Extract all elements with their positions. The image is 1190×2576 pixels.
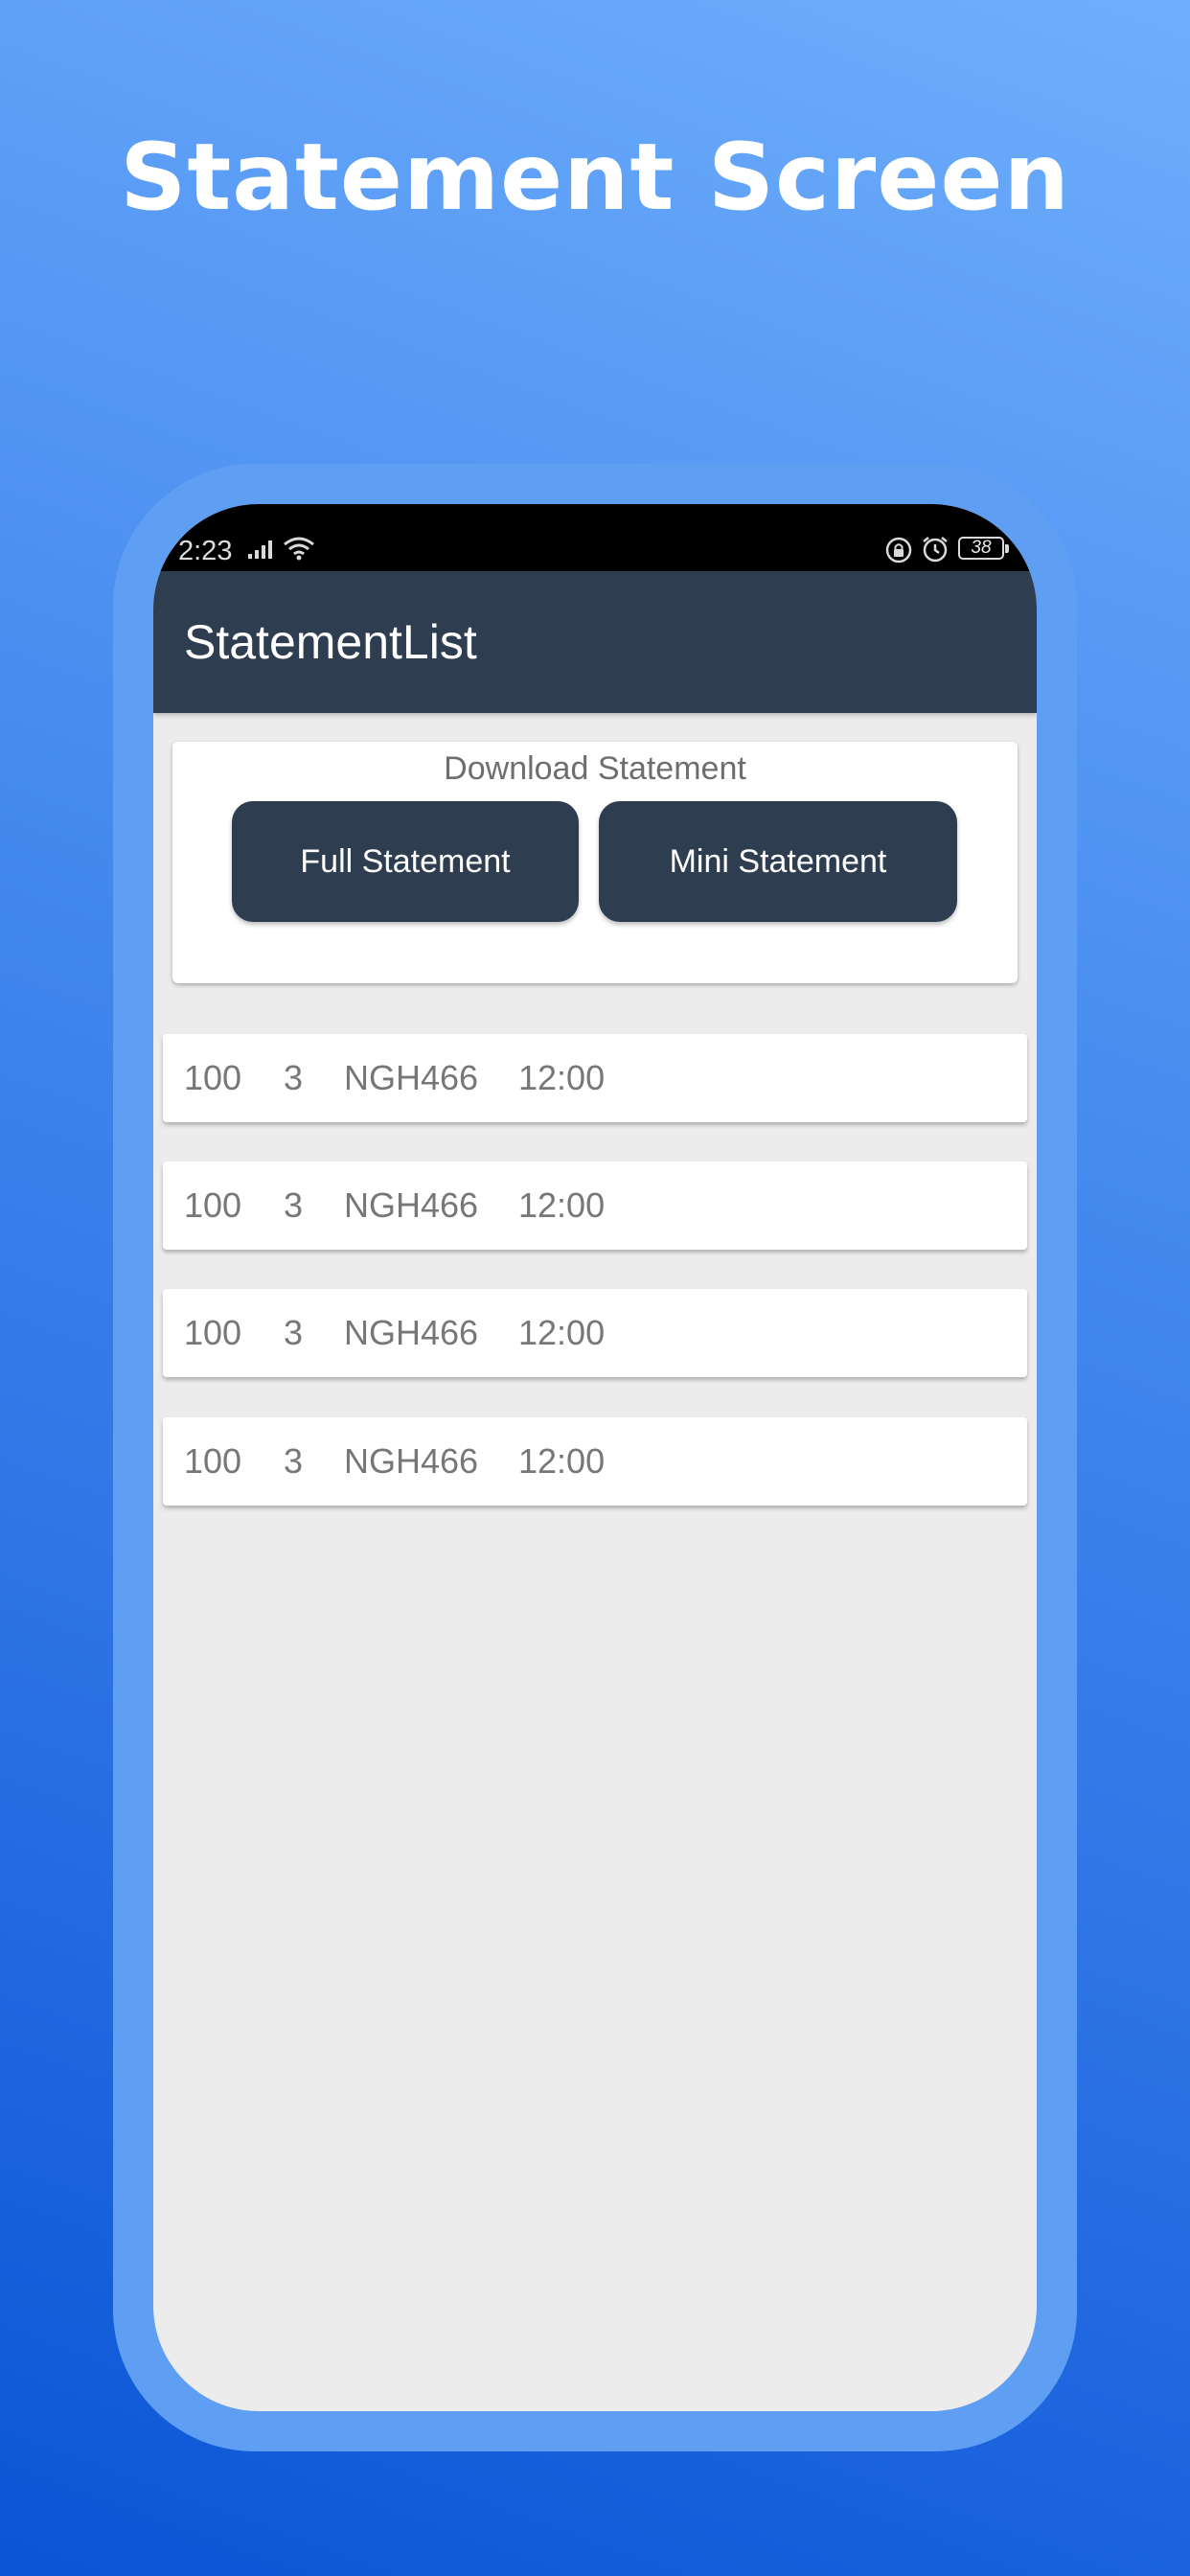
statement-reference: NGH466 bbox=[344, 1313, 479, 1352]
download-statement-title: Download Statement bbox=[444, 750, 746, 787]
statement-row[interactable]: 100 3 NGH466 12:00 bbox=[163, 1162, 1027, 1250]
statement-count: 3 bbox=[284, 1185, 304, 1225]
app-bar: StatementList bbox=[153, 571, 1037, 713]
status-time: 2:23 bbox=[178, 536, 233, 566]
statement-reference: NGH466 bbox=[344, 1441, 479, 1481]
statement-reference: NGH466 bbox=[344, 1058, 479, 1097]
statement-time: 12:00 bbox=[518, 1185, 606, 1225]
statement-time: 12:00 bbox=[518, 1058, 606, 1097]
statement-count: 3 bbox=[284, 1441, 304, 1481]
download-statement-card: Download Statement Full Statement Mini S… bbox=[172, 742, 1018, 983]
phone-screen: 2:23 38 StatementList Download Statement… bbox=[153, 504, 1037, 2411]
wifi-icon bbox=[284, 537, 314, 561]
battery-nub bbox=[1005, 544, 1009, 553]
status-bar: 2:23 38 bbox=[153, 504, 1037, 571]
signal-icon bbox=[248, 540, 272, 559]
statement-row[interactable]: 100 3 NGH466 12:00 bbox=[163, 1034, 1027, 1122]
battery-icon: 38 bbox=[958, 537, 1004, 560]
statement-count: 3 bbox=[284, 1313, 304, 1352]
statement-reference: NGH466 bbox=[344, 1185, 479, 1225]
statement-amount: 100 bbox=[184, 1185, 242, 1225]
statement-time: 12:00 bbox=[518, 1441, 606, 1481]
statement-count: 3 bbox=[284, 1058, 304, 1097]
statement-time: 12:00 bbox=[518, 1313, 606, 1352]
statement-row[interactable]: 100 3 NGH466 12:00 bbox=[163, 1289, 1027, 1377]
statement-amount: 100 bbox=[184, 1313, 242, 1352]
statement-amount: 100 bbox=[184, 1058, 242, 1097]
app-title: StatementList bbox=[184, 615, 477, 669]
mini-statement-button[interactable]: Mini Statement bbox=[599, 801, 957, 922]
statement-row[interactable]: 100 3 NGH466 12:00 bbox=[163, 1417, 1027, 1506]
full-statement-button[interactable]: Full Statement bbox=[232, 801, 579, 922]
statement-amount: 100 bbox=[184, 1441, 242, 1481]
lock-icon bbox=[885, 537, 912, 564]
alarm-icon bbox=[923, 537, 948, 563]
promo-title: Statement Screen bbox=[120, 124, 1070, 231]
